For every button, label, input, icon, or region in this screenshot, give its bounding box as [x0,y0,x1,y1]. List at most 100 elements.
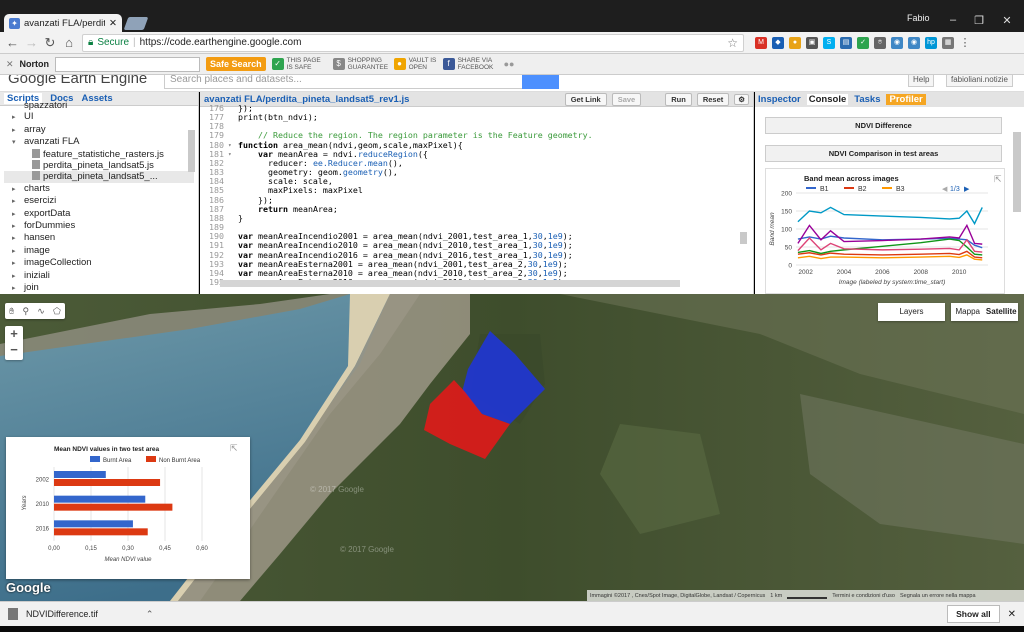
new-tab-button[interactable] [123,17,149,30]
fold-icon[interactable]: ▾ [228,150,238,159]
close-icon[interactable]: ✕ [1008,609,1016,620]
vertical-scrollbar[interactable] [740,232,747,244]
tab-console[interactable]: Console [806,94,849,105]
settings-gear-icon[interactable]: ⚙ [734,93,749,105]
tree-item[interactable]: ▸ exportData [4,208,194,220]
terms-link[interactable]: Termini e condizioni d'uso [832,593,895,599]
extension-icon[interactable]: ✓ [857,36,869,49]
reset-button[interactable]: Reset [696,92,730,106]
chevron-right-icon[interactable]: ▸ [12,258,24,269]
save-button[interactable]: Save [611,92,642,106]
account-button[interactable]: fabioliani.notizie [946,75,1013,87]
back-icon[interactable]: ← [6,35,19,50]
tree-item[interactable]: perdita_pineta_landsat5.js [4,160,194,171]
hp-extension-icon[interactable]: hp [925,36,937,49]
safe-search-button[interactable]: Safe Search [206,57,266,71]
tab-inspector[interactable]: Inspector [758,94,801,105]
page-safe-indicator[interactable]: ✓ THIS PAGE IS SAFE [271,57,327,71]
extension-icon[interactable]: ▣ [806,36,818,49]
marker-icon[interactable]: ⚲ [22,306,29,317]
browser-user[interactable]: Fabio [907,13,930,23]
skype-extension-icon[interactable]: S [823,36,835,49]
close-toolbar-icon[interactable]: ✕ [6,59,14,70]
places-search-input[interactable]: Search places and datasets... [164,75,530,89]
scrollbar[interactable] [1013,132,1021,212]
chevron-right-icon[interactable]: ▸ [12,196,24,207]
chevron-right-icon[interactable]: ▸ [12,233,24,244]
browser-tab[interactable]: ✦ avanzati FLA/perdita_pin ✕ [4,14,122,32]
chevron-right-icon[interactable]: ▸ [12,283,24,294]
show-all-button[interactable]: Show all [947,605,1000,623]
reload-icon[interactable]: ↻ [44,35,56,51]
hand-icon[interactable]: ✋︎ [9,306,14,317]
tree-item[interactable]: ▸ array [4,124,194,136]
forward-icon[interactable]: → [25,35,38,50]
ndvi-difference-button[interactable]: NDVI Difference [765,117,1002,134]
norton-search-input[interactable] [55,56,201,72]
tree-item[interactable]: ▸ join [4,282,194,294]
chevron-right-icon[interactable]: ▸ [12,246,24,257]
tab-close-icon[interactable]: ✕ [109,18,117,29]
address-bar[interactable]: 🔒︎ Secure | https://code.earthengine.goo… [82,33,744,52]
report-error-link[interactable]: Segnala un errore nella mappa [900,593,976,599]
layers-button[interactable]: Layers [878,303,945,321]
extension-icon[interactable]: ◆ [772,36,784,49]
shopping-guarantee-indicator[interactable]: $ SHOPPING GUARANTEE [332,57,388,71]
extension-icon[interactable]: ● [789,36,801,49]
extension-icon[interactable]: ⌾ [874,36,886,49]
code-area[interactable]: 176}); 177 print(btn_ndvi); 178 179 // Reduc… [200,103,753,287]
maximize-button[interactable]: ❐ [966,14,992,27]
chevron-right-icon[interactable]: ▸ [12,209,24,220]
tab-assets[interactable]: Assets [81,93,112,104]
get-link-button[interactable]: Get Link [564,92,607,106]
chevron-right-icon[interactable]: ▸ [12,221,24,232]
search-button[interactable] [522,75,559,89]
tree-item[interactable]: ▸ hansen [4,232,194,244]
tree-item[interactable]: ▾ avanzati FLA [4,136,194,148]
polygon-icon[interactable]: ⬠ [53,306,61,317]
run-button[interactable]: Run [665,92,692,106]
fold-icon[interactable]: ▾ [228,141,238,150]
map-view[interactable]: © 2017 Google © 2017 Google ✋︎ ⚲ ∿ ⬠ + −… [0,294,1024,601]
scrollbar[interactable] [188,130,195,172]
more-icon[interactable]: ●● [504,59,515,69]
chevron-right-icon[interactable]: ▸ [12,125,24,136]
line-icon[interactable]: ∿ [37,306,45,317]
tree-item[interactable]: perdita_pineta_landsat5_... [4,171,194,183]
share-facebook-button[interactable]: f SHARE VIA FACEBOOK [442,57,498,71]
gmail-extension-icon[interactable]: M [755,36,767,49]
chevron-right-icon[interactable]: ▸ [12,112,24,123]
map-type-satellite-button[interactable]: Satellite [985,303,1019,321]
minimize-button[interactable]: – [940,14,966,26]
chevron-up-icon[interactable]: ⌃ [146,609,154,620]
zoom-out-button[interactable]: − [5,342,23,358]
download-item[interactable]: NDVIDifference.tif [26,609,98,619]
tab-tasks[interactable]: Tasks [854,94,880,105]
chevron-down-icon[interactable]: ▾ [12,137,24,148]
extension-icon[interactable]: ◉ [908,36,920,49]
tree-item[interactable]: feature_statistiche_rasters.js [4,148,194,160]
home-icon[interactable]: ⌂ [63,35,75,50]
close-window-button[interactable]: ✕ [994,14,1020,27]
tree-item[interactable]: ▸ forDummies [4,220,194,232]
code-line[interactable]: 177 print(btn_ndvi); [200,113,753,122]
tab-profiler[interactable]: Profiler [886,94,926,105]
tree-item[interactable]: ▸ charts [4,183,194,195]
bookmark-star-icon[interactable]: ☆ [727,36,738,50]
tree-item[interactable]: ▸ UI [4,111,194,123]
code-line[interactable]: 188} [200,213,753,223]
vault-indicator[interactable]: ● VAULT IS OPEN [393,57,437,71]
extension-icon[interactable]: ◉ [891,36,903,49]
code-line[interactable]: 187 return meanArea; [200,204,753,214]
tree-item[interactable]: ▸ iniziali [4,270,194,282]
tree-item[interactable]: ▸ image [4,245,194,257]
code-line[interactable]: 185 maxPixels: maxPixel [200,186,753,195]
ndvi-comparison-button[interactable]: NDVI Comparison in test areas [765,145,1002,162]
tree-item[interactable]: ▸ imageCollection [4,257,194,269]
chevron-right-icon[interactable]: ▸ [12,184,24,195]
extension-icon[interactable]: ▦ [942,36,954,49]
map-type-map-button[interactable]: Mappa [951,303,985,321]
horizontal-scrollbar[interactable] [220,280,680,287]
help-button[interactable]: Help [908,75,935,87]
zoom-in-button[interactable]: + [5,326,23,342]
